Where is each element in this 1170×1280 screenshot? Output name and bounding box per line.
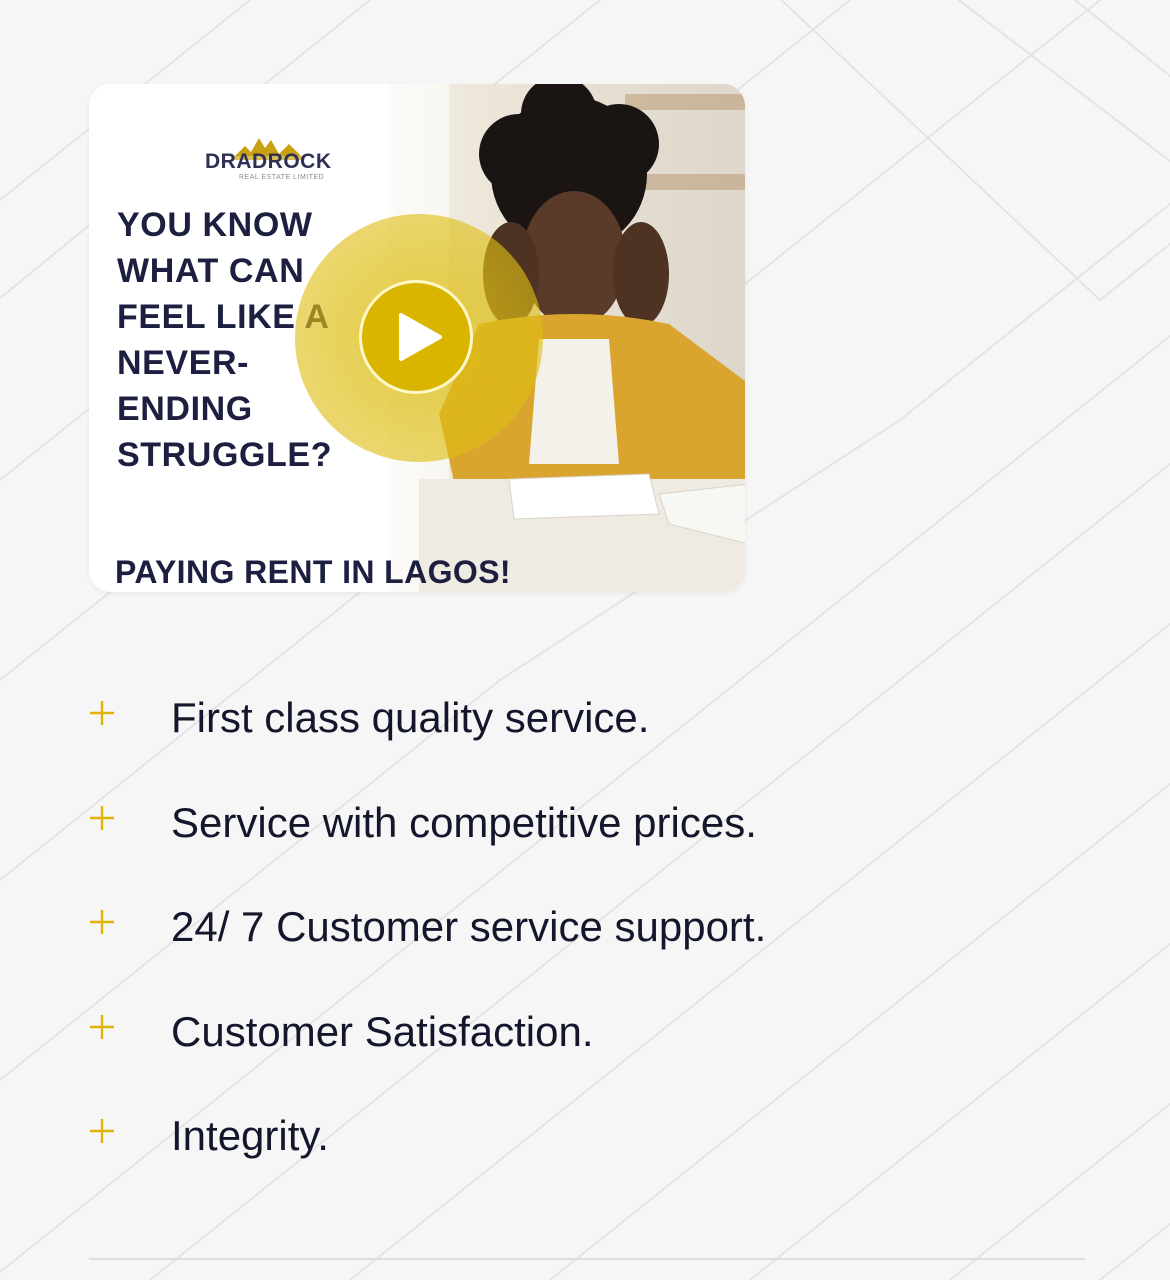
list-item: Integrity. [89,1082,1089,1187]
plus-icon [90,910,114,934]
list-item: Service with competitive prices. [89,769,1089,874]
list-item: 24/ 7 Customer service support. [89,873,1089,978]
brand-tagline: REAL ESTATE LIMITED [239,174,325,181]
thumbnail-footer-text: PAYING RENT IN LAGOS! [115,554,511,590]
plus-icon [90,805,114,830]
play-button[interactable] [359,280,473,394]
list-item: Customer Satisfaction. [89,978,1089,1083]
feature-label: 24/ 7 Customer service support. [171,903,767,950]
plus-icon [90,701,114,725]
feature-list: First class quality service. Service wit… [89,664,1089,1187]
list-item: First class quality service. [89,664,1089,769]
plus-icon [90,1014,114,1039]
feature-label: Customer Satisfaction. [171,1007,594,1055]
feature-label: Service with competitive prices. [171,798,757,846]
page: DRADROCK REAL ESTATE LIMITED YOU KNOW WH… [0,0,1170,1280]
feature-label: Integrity. [171,1112,329,1159]
plus-icon [90,1119,114,1143]
feature-label: First class quality service. [171,694,650,741]
section-divider [89,1258,1085,1260]
video-thumbnail-card[interactable]: DRADROCK REAL ESTATE LIMITED YOU KNOW WH… [89,84,745,592]
brand-logo-text: DRADROCK [205,150,332,173]
play-icon [399,313,442,361]
